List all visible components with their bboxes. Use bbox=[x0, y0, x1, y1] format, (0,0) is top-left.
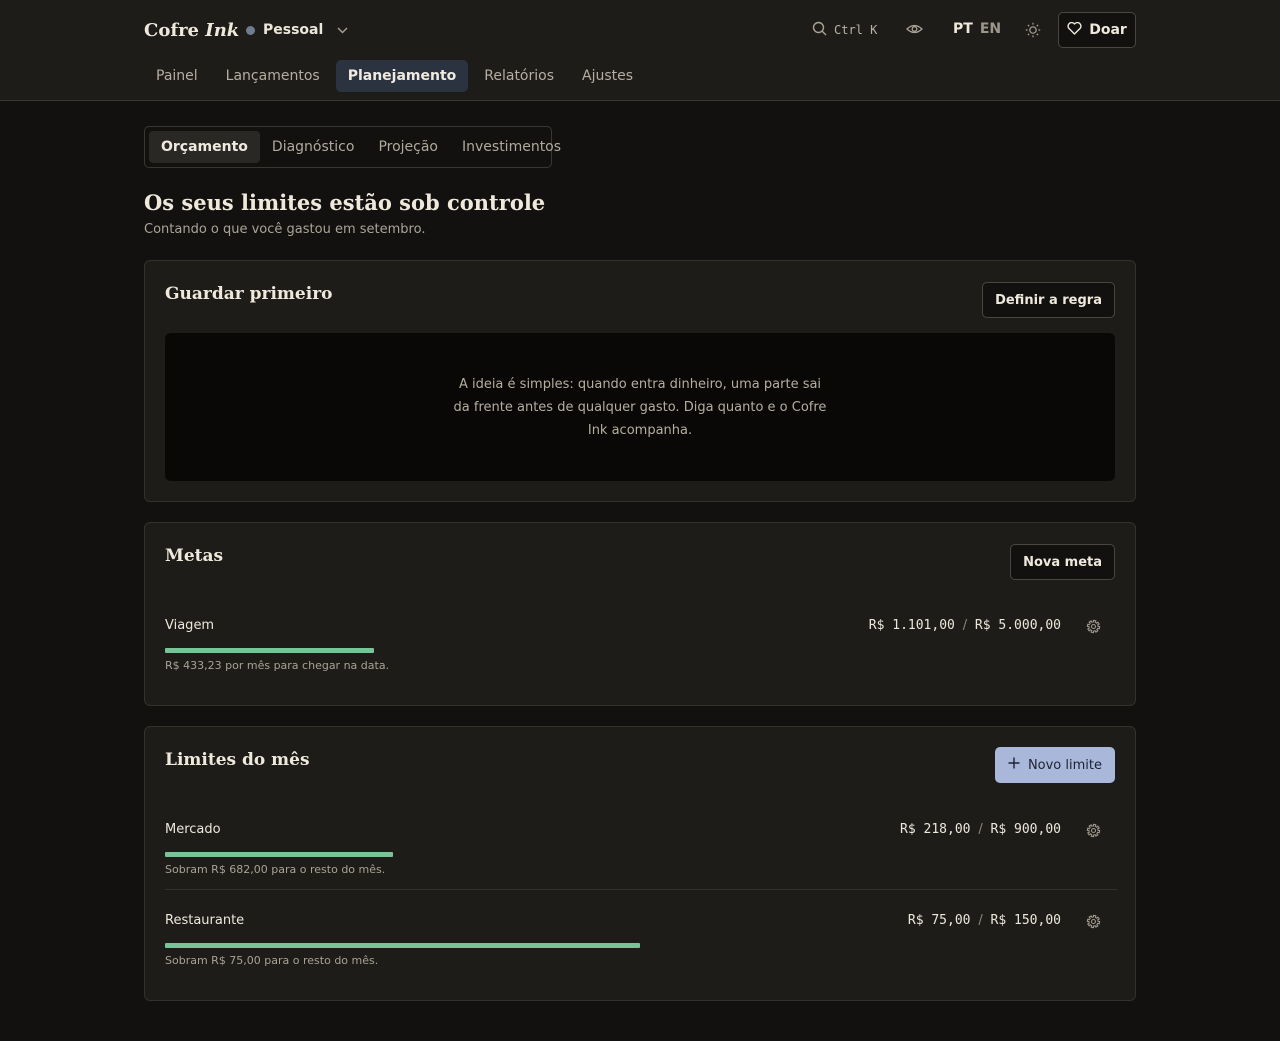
goal-note: R$ 433,23 por mês para chegar na data. bbox=[165, 659, 390, 672]
donate-button[interactable]: Doar bbox=[1058, 12, 1136, 48]
search-shortcut: Ctrl K bbox=[834, 23, 878, 37]
nav-item-painel[interactable]: Painel bbox=[144, 60, 210, 92]
profile-switcher[interactable]: Pessoal bbox=[246, 20, 348, 40]
goal-progress-bar bbox=[165, 648, 1115, 653]
save-first-title: Guardar primeiro bbox=[165, 284, 333, 304]
nav-item-ajustes[interactable]: Ajustes bbox=[570, 60, 645, 92]
heart-icon bbox=[1067, 21, 1082, 39]
brand-name: Cofre bbox=[144, 20, 200, 41]
limit-target: R$ 150,00 bbox=[990, 913, 1061, 928]
limits-card: Limites do mês Novo limite Mercado R$ 21… bbox=[144, 726, 1136, 1001]
search-icon bbox=[812, 21, 827, 39]
limit-name: Restaurante bbox=[165, 913, 245, 928]
page-title: Os seus limites estão sob controle bbox=[144, 190, 546, 215]
nav-item-lancamentos[interactable]: Lançamentos bbox=[214, 60, 332, 92]
gear-icon[interactable] bbox=[1086, 914, 1101, 933]
brand-name-ink: Ink bbox=[205, 20, 240, 41]
limit-amount: R$ 75,00 / R$ 150,00 bbox=[908, 913, 1061, 928]
goals-title: Metas bbox=[165, 546, 224, 566]
nav-item-planejamento[interactable]: Planejamento bbox=[335, 60, 469, 92]
save-first-description: A ideia é simples: quando entra dinheiro… bbox=[453, 376, 827, 438]
row-divider bbox=[165, 889, 1117, 890]
lang-en[interactable]: EN bbox=[980, 21, 1001, 37]
goal-current: R$ 1.101,00 bbox=[868, 618, 955, 633]
limit-progress-fill bbox=[165, 943, 640, 948]
gear-icon[interactable] bbox=[1086, 619, 1101, 638]
profile-label: Pessoal bbox=[263, 22, 324, 38]
limit-note: Sobram R$ 682,00 para o resto do mês. bbox=[165, 863, 386, 876]
list-item: Mercado R$ 218,00 / R$ 900,00 Sobram R$ … bbox=[165, 822, 1115, 882]
limits-title: Limites do mês bbox=[165, 750, 310, 770]
limit-name: Mercado bbox=[165, 822, 221, 837]
donate-label: Doar bbox=[1089, 22, 1127, 38]
list-item: Restaurante R$ 75,00 / R$ 150,00 Sobram … bbox=[165, 913, 1115, 973]
save-first-card: Guardar primeiro Definir a regra A ideia… bbox=[144, 260, 1136, 502]
eye-icon bbox=[906, 24, 923, 40]
tab-projecao[interactable]: Projeção bbox=[366, 131, 450, 163]
plus-icon bbox=[1008, 757, 1020, 773]
planning-subtabs: Orçamento Diagnóstico Projeção Investime… bbox=[144, 126, 561, 168]
limit-note: Sobram R$ 75,00 para o resto do mês. bbox=[165, 954, 379, 967]
lang-pt[interactable]: PT bbox=[953, 21, 973, 37]
limit-progress-bar bbox=[165, 852, 1115, 857]
app-header: Cofre Ink Pessoal Ctrl K PT EN Doar Pain… bbox=[0, 0, 1280, 101]
limit-amount: R$ 218,00 / R$ 900,00 bbox=[900, 822, 1061, 837]
tab-diagnostico[interactable]: Diagnóstico bbox=[260, 131, 367, 163]
goal-name: Viagem bbox=[165, 618, 215, 633]
limit-current: R$ 218,00 bbox=[900, 822, 971, 837]
main-nav: Painel Lançamentos Planejamento Relatóri… bbox=[144, 60, 649, 92]
amount-separator: / bbox=[978, 913, 983, 928]
amount-separator: / bbox=[962, 618, 968, 633]
limit-target: R$ 900,00 bbox=[990, 822, 1061, 837]
new-limit-button[interactable]: Novo limite bbox=[994, 747, 1115, 783]
goal-amount: R$ 1.101,00 / R$ 5.000,00 bbox=[869, 618, 1061, 633]
language-switcher: PT EN bbox=[953, 21, 1001, 37]
sun-icon bbox=[1025, 22, 1041, 42]
theme-toggle[interactable] bbox=[1025, 22, 1041, 42]
chevron-down-icon bbox=[337, 27, 348, 34]
limit-progress-bar bbox=[165, 943, 1115, 948]
brand-logo[interactable]: Cofre Ink bbox=[144, 20, 239, 41]
nav-item-relatorios[interactable]: Relatórios bbox=[472, 60, 566, 92]
page-subtitle: Contando o que você gastou em setembro. bbox=[144, 222, 426, 237]
goal-target: R$ 5.000,00 bbox=[974, 618, 1061, 633]
save-first-empty-state: A ideia é simples: quando entra dinheiro… bbox=[165, 333, 1115, 481]
list-item: Viagem R$ 1.101,00 / R$ 5.000,00 R$ 433,… bbox=[165, 618, 1115, 678]
tab-orcamento[interactable]: Orçamento bbox=[149, 131, 260, 163]
limit-progress-fill bbox=[165, 852, 393, 857]
define-rule-button[interactable]: Definir a regra bbox=[982, 282, 1115, 318]
goals-card: Metas Nova meta Viagem R$ 1.101,00 / R$ … bbox=[144, 522, 1136, 706]
goal-progress-fill bbox=[165, 648, 374, 653]
tab-investimentos[interactable]: Investimentos bbox=[450, 131, 573, 163]
amount-separator: / bbox=[978, 822, 983, 837]
limit-current: R$ 75,00 bbox=[907, 913, 971, 928]
search-button[interactable]: Ctrl K bbox=[812, 21, 877, 39]
privacy-toggle[interactable] bbox=[906, 22, 923, 40]
new-limit-label: Novo limite bbox=[1027, 757, 1102, 773]
gear-icon[interactable] bbox=[1086, 823, 1101, 842]
profile-dot-icon bbox=[246, 25, 255, 35]
new-goal-button[interactable]: Nova meta bbox=[1010, 544, 1115, 580]
